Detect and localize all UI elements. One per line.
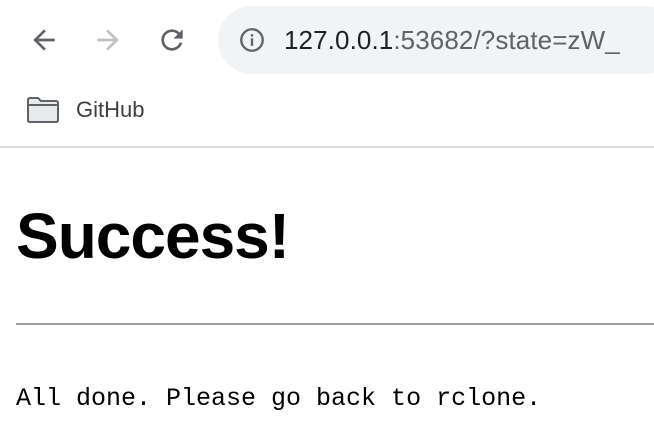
url-text[interactable]: 127.0.0.1:53682/?state=zW_ xyxy=(284,24,620,56)
address-bar[interactable]: 127.0.0.1:53682/?state=zW_ xyxy=(218,6,654,74)
url-path: :53682/?state=zW_ xyxy=(393,25,620,55)
page-content: Success! All done. Please go back to rcl… xyxy=(0,148,654,440)
bookmark-github[interactable]: GitHub xyxy=(18,90,152,130)
arrow-right-icon xyxy=(97,29,119,51)
bookmarks-bar: GitHub xyxy=(0,80,654,148)
bookmark-label: GitHub xyxy=(76,97,145,122)
forward-button[interactable] xyxy=(88,20,128,60)
divider xyxy=(16,323,654,325)
status-message: All done. Please go back to rclone. xyxy=(16,384,542,413)
folder-icon xyxy=(27,97,59,123)
back-button[interactable] xyxy=(24,20,64,60)
info-icon[interactable] xyxy=(238,26,266,54)
reload-button[interactable] xyxy=(152,20,192,60)
page-title: Success! xyxy=(16,200,290,272)
browser-toolbar: 127.0.0.1:53682/?state=zW_ xyxy=(0,0,654,80)
url-host: 127.0.0.1 xyxy=(284,25,394,55)
arrow-left-icon xyxy=(33,29,55,51)
reload-icon xyxy=(161,29,183,51)
